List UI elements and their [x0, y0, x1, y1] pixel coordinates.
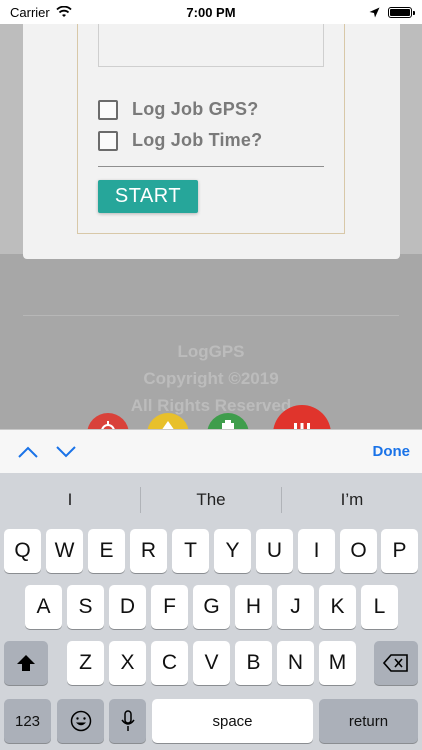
log-time-label: Log Job Time?	[132, 130, 263, 150]
key[interactable]: D	[109, 585, 146, 629]
key[interactable]: J	[277, 585, 314, 629]
key[interactable]: W	[46, 529, 83, 573]
log-time-row[interactable]: Log Job Time?	[98, 130, 262, 151]
previous-field-button[interactable]	[16, 440, 40, 464]
key[interactable]: U	[256, 529, 293, 573]
key[interactable]: T	[172, 529, 209, 573]
shift-icon	[17, 655, 35, 671]
key[interactable]: B	[235, 641, 272, 685]
key[interactable]: Y	[214, 529, 251, 573]
log-gps-checkbox[interactable]	[98, 99, 118, 120]
key[interactable]: G	[193, 585, 230, 629]
log-gps-row[interactable]: Log Job GPS?	[98, 99, 258, 120]
key[interactable]: X	[109, 641, 146, 685]
key[interactable]: V	[193, 641, 230, 685]
key[interactable]: Z	[67, 641, 104, 685]
emoji-key[interactable]	[57, 699, 104, 743]
start-button[interactable]: START	[98, 180, 198, 213]
wifi-icon	[56, 6, 72, 17]
suggestion-item[interactable]: I’m	[282, 490, 422, 510]
job-modal: Log Job GPS? Log Job Time? START	[23, 24, 400, 259]
next-field-button[interactable]	[54, 440, 78, 464]
backspace-icon	[383, 654, 408, 672]
key[interactable]: I	[298, 529, 335, 573]
key-row-3: Z X C V B N M	[0, 641, 422, 685]
keyboard-accessory-bar: Done	[0, 429, 422, 473]
footer-divider	[23, 315, 399, 316]
key[interactable]: F	[151, 585, 188, 629]
key[interactable]: K	[319, 585, 356, 629]
status-bar: Carrier 7:00 PM	[0, 0, 422, 24]
status-left: Carrier	[10, 5, 72, 20]
job-form: Log Job GPS? Log Job Time? START	[77, 24, 345, 234]
form-divider	[98, 166, 324, 167]
return-key[interactable]: return	[319, 699, 418, 743]
key-row-1: Q W E R T Y U I O P	[0, 529, 422, 573]
key-row-4: 123 space return	[0, 699, 422, 743]
key[interactable]: E	[88, 529, 125, 573]
key-row-2: A S D F G H J K L	[0, 585, 422, 629]
space-key[interactable]: space	[152, 699, 313, 743]
suggestion-bar: I The I’m	[0, 473, 422, 527]
key[interactable]: O	[340, 529, 377, 573]
keyboard: I The I’m Q W E R T Y U I O P A S D F G …	[0, 473, 422, 750]
carrier-label: Carrier	[10, 4, 50, 20]
footer-copyright: Copyright ©2019	[143, 369, 279, 388]
microphone-icon	[120, 710, 135, 731]
footer: LogGPS Copyright ©2019 All Rights Reserv…	[0, 338, 422, 419]
key[interactable]: C	[151, 641, 188, 685]
notes-textarea[interactable]	[98, 24, 324, 67]
key[interactable]: L	[361, 585, 398, 629]
suggestion-item[interactable]: The	[141, 490, 281, 510]
location-arrow-icon	[369, 7, 380, 17]
emoji-icon	[70, 710, 91, 732]
key[interactable]: Q	[4, 529, 41, 573]
log-time-checkbox[interactable]	[98, 130, 118, 151]
key[interactable]: P	[381, 529, 418, 573]
field-navigation	[16, 440, 78, 464]
done-button[interactable]: Done	[373, 443, 411, 460]
dictation-key[interactable]	[109, 699, 146, 743]
key[interactable]: S	[67, 585, 104, 629]
chevron-down-icon	[56, 445, 76, 457]
key[interactable]: M	[319, 641, 356, 685]
key[interactable]: H	[235, 585, 272, 629]
key[interactable]: A	[25, 585, 62, 629]
backspace-key[interactable]	[374, 641, 418, 685]
footer-app-name: LogGPS	[177, 342, 245, 361]
numbers-key[interactable]: 123	[4, 699, 51, 743]
key[interactable]: R	[130, 529, 167, 573]
battery-icon	[388, 6, 415, 18]
footer-rights: All Rights Reserved	[130, 396, 292, 415]
shift-key[interactable]	[4, 641, 48, 685]
log-gps-label: Log Job GPS?	[132, 99, 259, 119]
key[interactable]: N	[277, 641, 314, 685]
suggestion-item[interactable]: I	[0, 490, 140, 510]
chevron-up-icon	[18, 446, 38, 458]
status-right	[369, 6, 415, 18]
